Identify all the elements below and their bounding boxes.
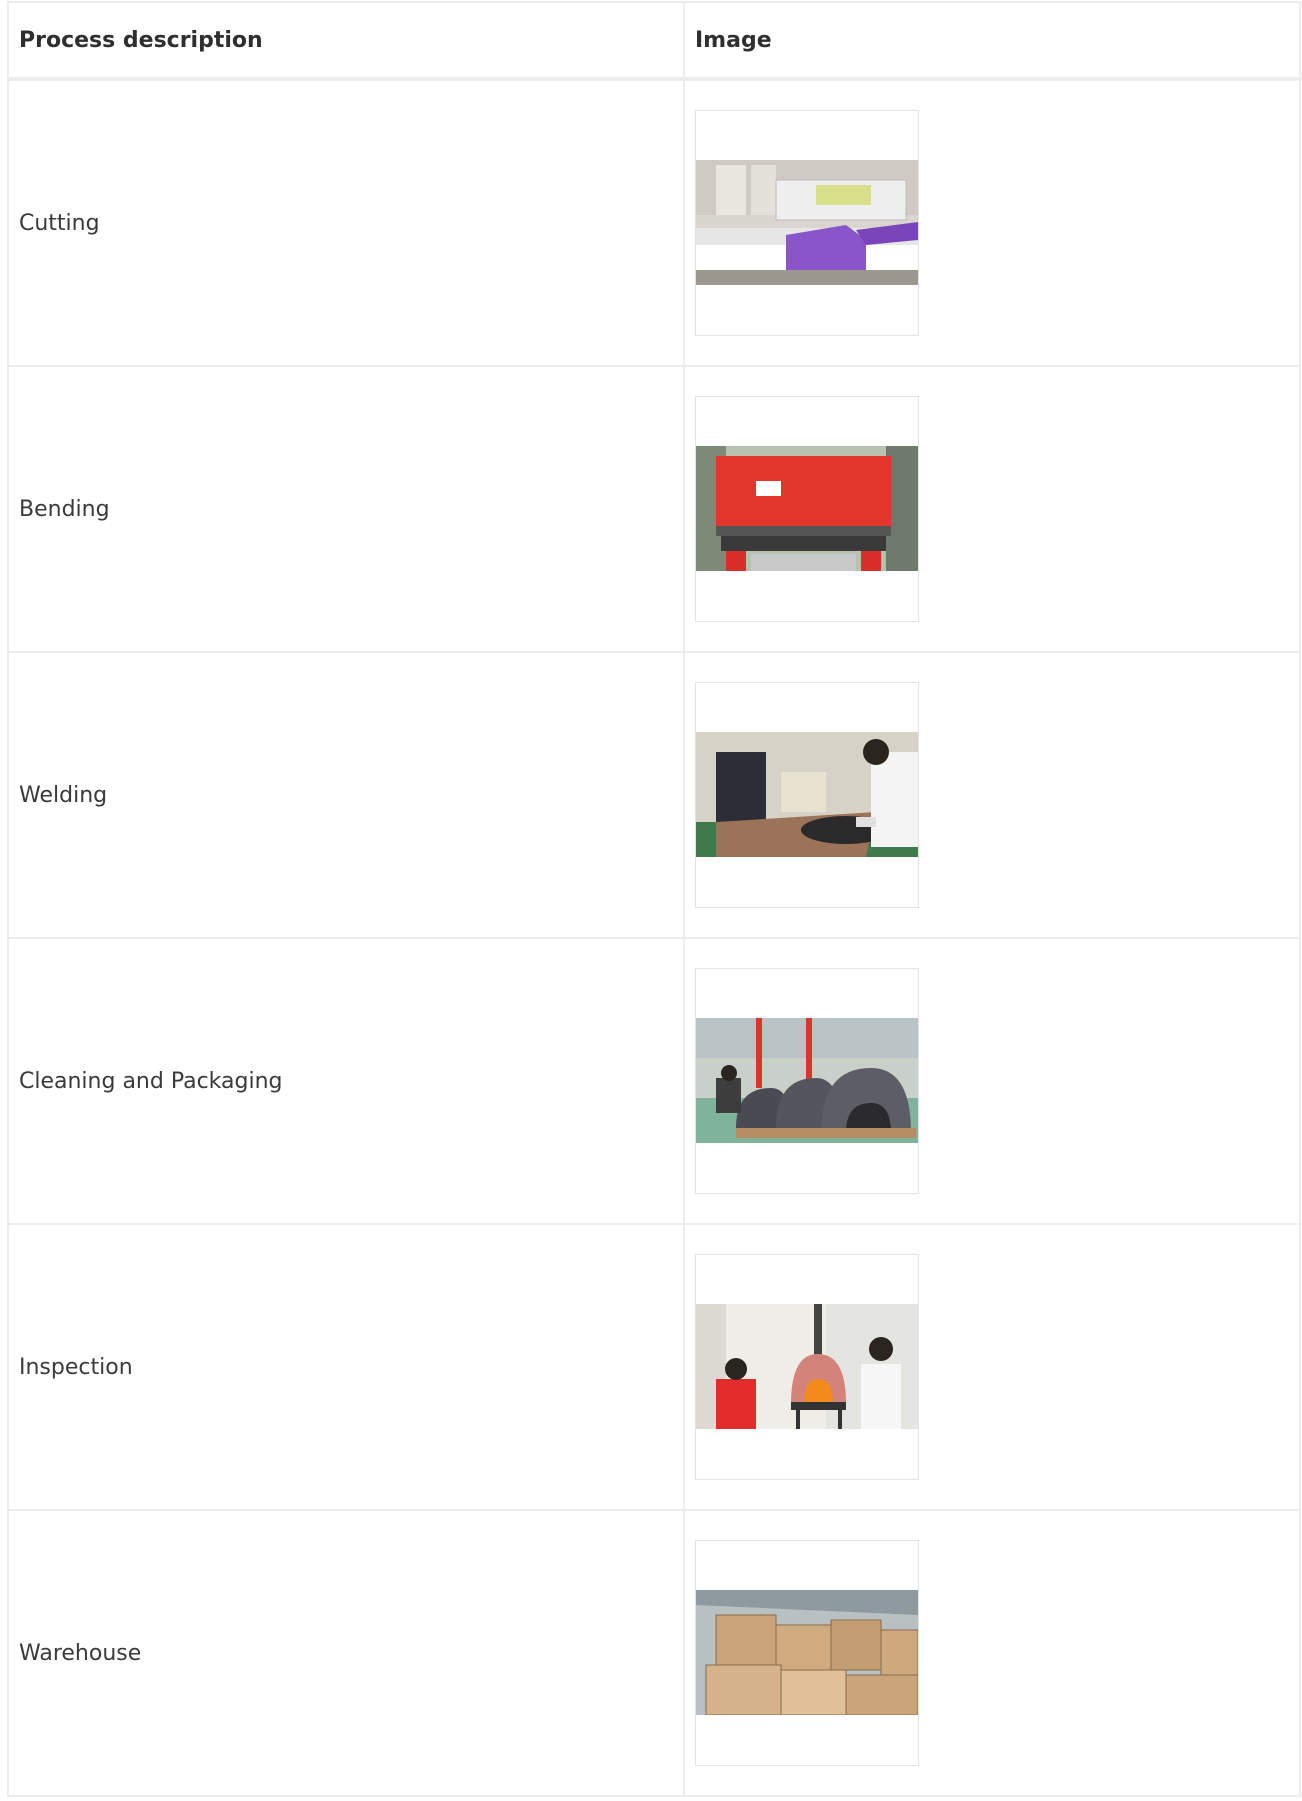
- process-table: Process description Image Cutting Bendin…: [7, 1, 1301, 1797]
- welding-worker-photo[interactable]: [695, 682, 919, 908]
- process-description: Bending: [7, 365, 685, 653]
- oven-inspection-photo[interactable]: [695, 1254, 919, 1480]
- laser-cutting-machine-photo[interactable]: [695, 110, 919, 336]
- table-header-row: Process description Image: [7, 1, 1301, 81]
- process-description: Cutting: [7, 78, 685, 367]
- press-brake-bending-photo[interactable]: [695, 396, 919, 622]
- process-image-cell: [683, 651, 1301, 939]
- table-row: Cutting: [7, 78, 1301, 367]
- process-image-cell: [683, 365, 1301, 653]
- table-row: Cleaning and Packaging: [7, 937, 1301, 1225]
- process-description: Warehouse: [7, 1509, 685, 1797]
- warehouse-crates-photo[interactable]: [695, 1540, 919, 1766]
- process-description: Cleaning and Packaging: [7, 937, 685, 1225]
- header-process-description: Process description: [7, 1, 685, 81]
- table-row: Bending: [7, 365, 1301, 653]
- process-description: Inspection: [7, 1223, 685, 1511]
- table-row: Inspection: [7, 1223, 1301, 1511]
- process-image-cell: [683, 78, 1301, 367]
- process-image-cell: [683, 1223, 1301, 1511]
- process-description: Welding: [7, 651, 685, 939]
- table-row: Warehouse: [7, 1509, 1301, 1797]
- header-image: Image: [683, 1, 1301, 81]
- oven-cleaning-photo[interactable]: [695, 968, 919, 1194]
- process-image-cell: [683, 1509, 1301, 1797]
- table-row: Welding: [7, 651, 1301, 939]
- process-image-cell: [683, 937, 1301, 1225]
